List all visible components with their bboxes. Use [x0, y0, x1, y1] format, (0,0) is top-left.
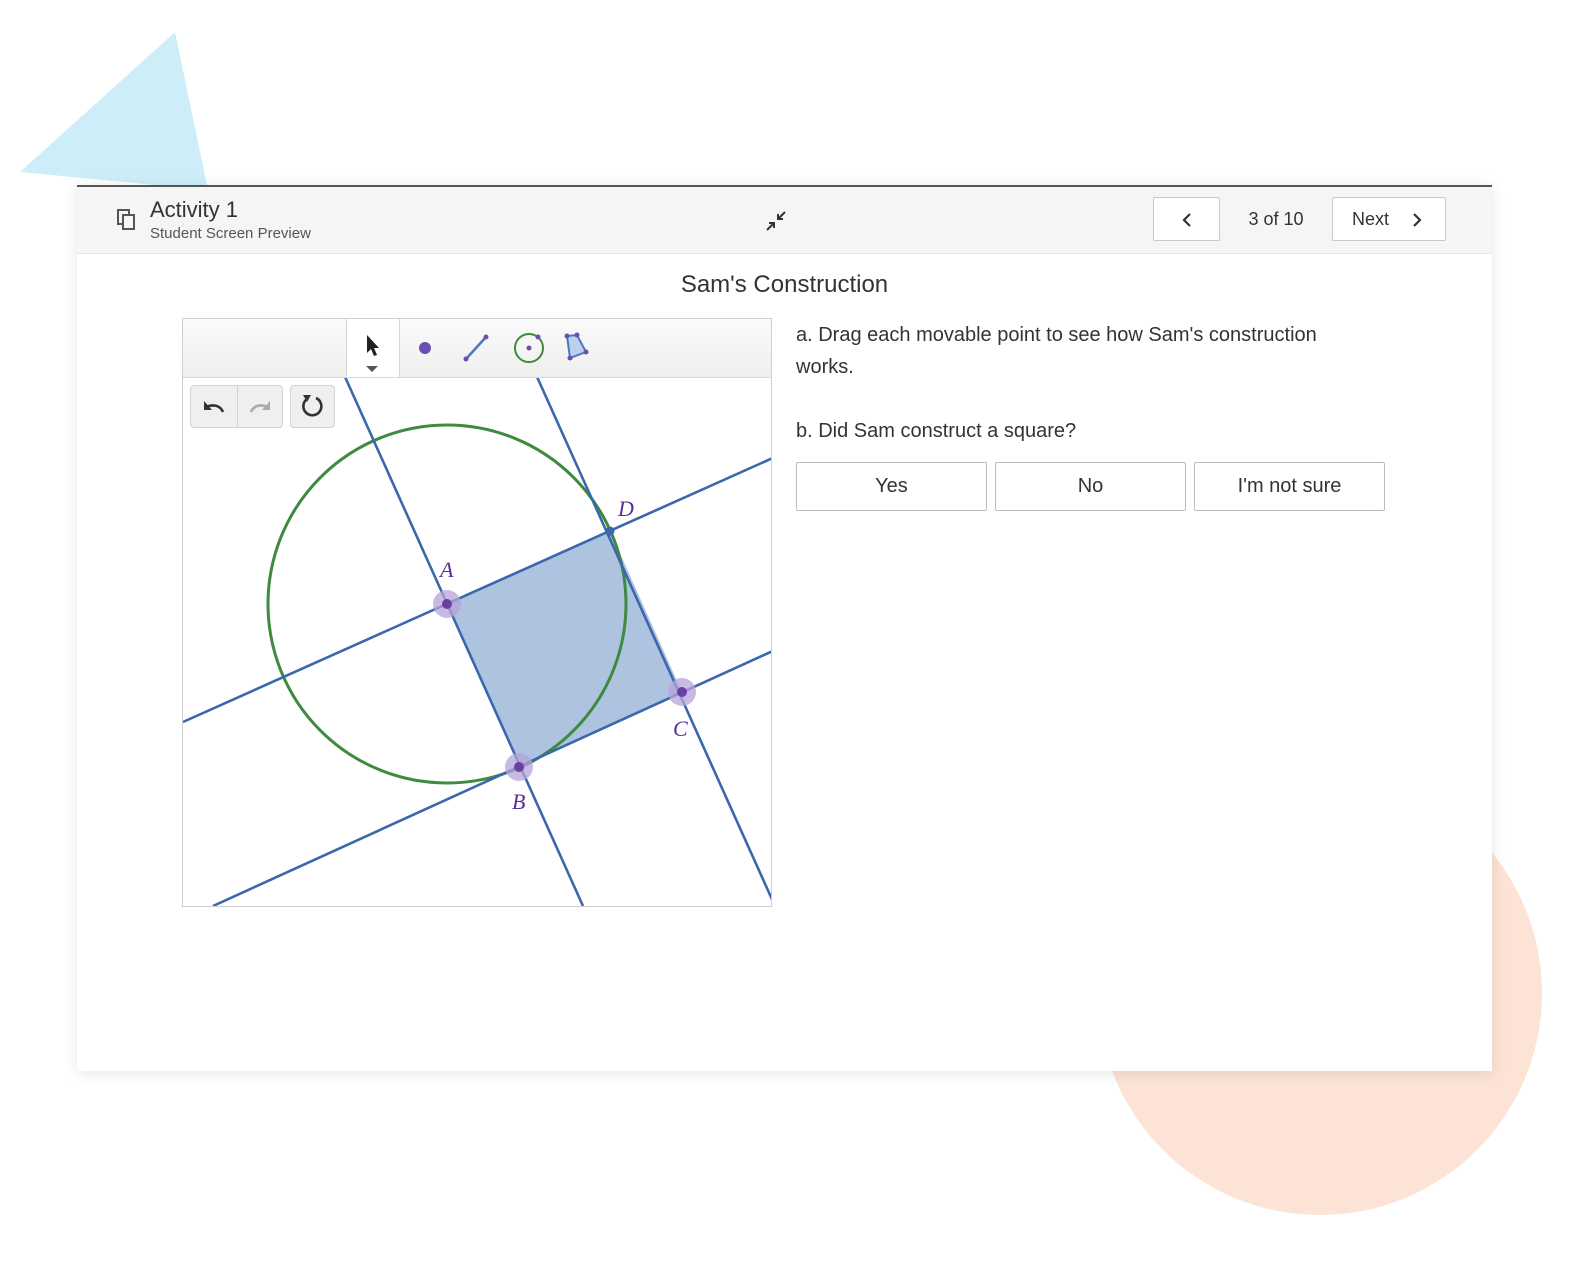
label-c: C: [673, 716, 688, 741]
reset-icon: [302, 395, 323, 417]
square-shape: [447, 531, 682, 767]
undo-redo-group: [190, 385, 283, 428]
choice-not-sure-button[interactable]: I'm not sure: [1194, 462, 1385, 511]
polygon-tool[interactable]: [555, 319, 607, 377]
label-b: B: [512, 789, 525, 814]
page-indicator: 3 of 10: [1248, 209, 1304, 229]
next-button[interactable]: Next: [1332, 197, 1446, 241]
choice-yes-button[interactable]: Yes: [796, 462, 987, 511]
copy-icon: [117, 209, 135, 230]
point-icon: [419, 342, 431, 354]
point-tool[interactable]: [399, 319, 451, 377]
previous-button[interactable]: [1153, 197, 1220, 241]
point-d: [605, 526, 615, 536]
segment-tool[interactable]: [451, 319, 503, 377]
polygon-icon: [564, 332, 589, 361]
choice-no-button[interactable]: No: [995, 462, 1186, 511]
label-d: D: [617, 496, 634, 521]
decor-triangle: [20, 32, 208, 190]
redo-icon: [249, 401, 270, 413]
point-a[interactable]: [442, 599, 452, 609]
prompt-a: a. Drag each movable point to see how Sa…: [796, 324, 1317, 378]
chevron-left-icon: [1182, 213, 1191, 227]
select-tool[interactable]: [346, 319, 400, 377]
point-b[interactable]: [514, 762, 524, 772]
segment-icon: [463, 334, 489, 362]
header-bar: Activity 1 Student Screen Preview 3 of 1…: [77, 187, 1492, 254]
graph-toolbar: [183, 319, 771, 378]
circle-icon: [514, 333, 544, 363]
geometry-graph[interactable]: A B C D: [182, 318, 772, 907]
undo-icon: [204, 401, 225, 413]
undo-button[interactable]: [191, 386, 238, 427]
select-icon: [366, 335, 379, 372]
point-c[interactable]: [677, 687, 687, 697]
chevron-right-icon: [1413, 213, 1422, 227]
activity-subtitle: Student Screen Preview: [150, 225, 311, 242]
preview-window: Activity 1 Student Screen Preview 3 of 1…: [77, 185, 1492, 1071]
reset-button[interactable]: [290, 385, 335, 428]
screen-title: Sam's Construction: [680, 271, 889, 298]
label-a: A: [438, 557, 454, 582]
collapse-icon[interactable]: [764, 209, 788, 233]
activity-title: Activity 1: [150, 197, 239, 222]
next-button-label: Next: [1352, 209, 1390, 229]
circle-tool[interactable]: [503, 319, 555, 377]
prompt-b: b. Did Sam construct a square?: [796, 420, 1077, 442]
redo-button[interactable]: [237, 386, 283, 427]
